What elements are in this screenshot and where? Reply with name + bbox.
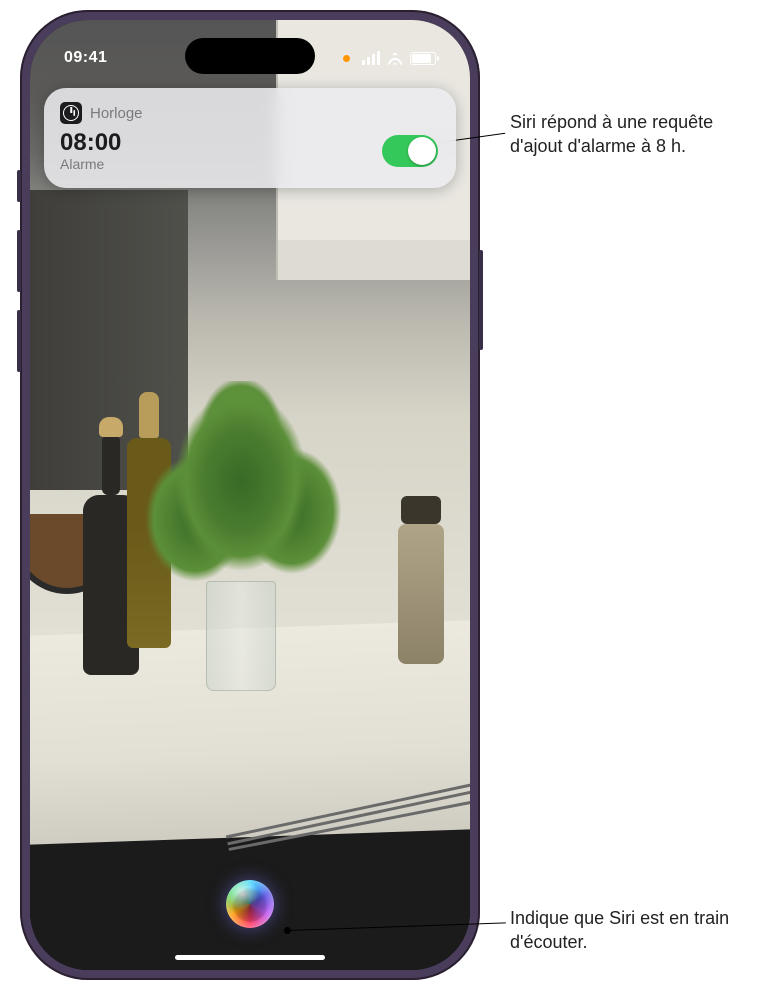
- alarm-time-label: 08:00: [60, 130, 121, 156]
- alarm-toggle-switch[interactable]: [382, 135, 438, 167]
- volume-down-button[interactable]: [17, 310, 21, 372]
- callout-alarm-response: Siri répond à une requête d'ajout d'alar…: [510, 110, 770, 159]
- notification-header: Horloge: [60, 102, 438, 124]
- phone-screen: 09:41: [30, 20, 470, 970]
- alarm-subtitle: Alarme: [60, 156, 121, 172]
- notification-app-name: Horloge: [90, 105, 143, 122]
- callout-siri-listening: Indique que Siri est en train d'écouter.: [510, 906, 770, 955]
- home-indicator[interactable]: [175, 955, 325, 960]
- mic-in-use-indicator-icon: [343, 55, 350, 62]
- wifi-icon: [386, 52, 404, 65]
- ring-silent-switch[interactable]: [17, 170, 21, 202]
- wallpaper-pepper-grinder: [398, 524, 444, 664]
- volume-up-button[interactable]: [17, 230, 21, 292]
- dynamic-island[interactable]: [185, 38, 315, 74]
- clock-app-icon: [60, 102, 82, 124]
- wallpaper-basil-plant: [126, 381, 356, 631]
- status-time: 09:41: [64, 49, 107, 67]
- side-button[interactable]: [479, 250, 483, 350]
- iphone-device-frame: 09:41: [20, 10, 480, 980]
- cellular-signal-icon: [362, 51, 380, 65]
- battery-icon: [410, 52, 436, 65]
- status-indicators: [343, 51, 436, 65]
- siri-alarm-notification[interactable]: Horloge 08:00 Alarme: [44, 88, 456, 188]
- siri-listening-orb-icon[interactable]: [226, 880, 274, 928]
